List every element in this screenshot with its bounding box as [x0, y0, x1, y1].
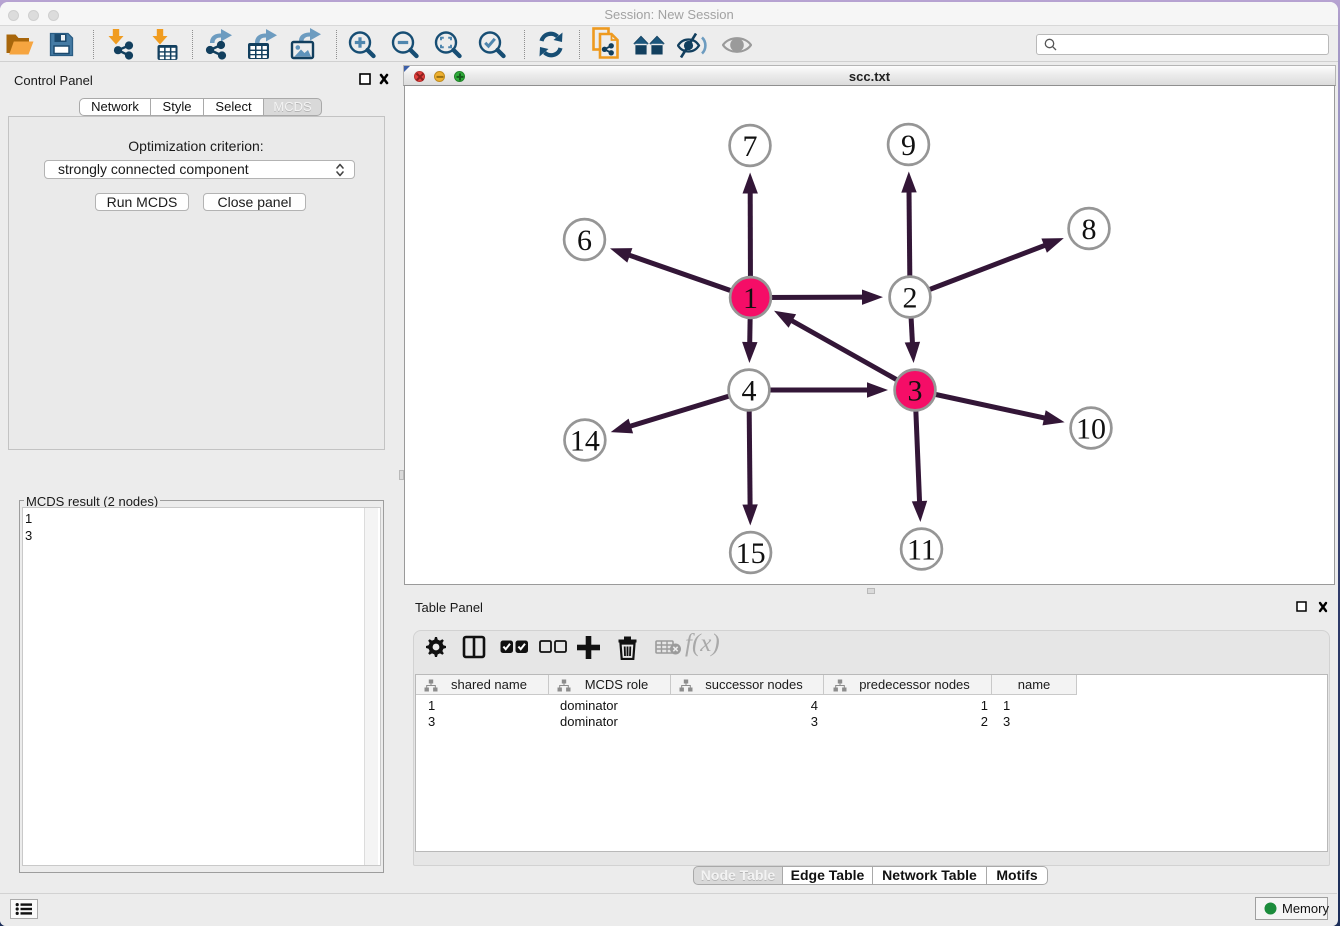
svg-text:1: 1	[743, 282, 758, 315]
svg-text:9: 9	[901, 129, 916, 162]
svg-text:14: 14	[570, 424, 600, 457]
svg-text:6: 6	[577, 224, 592, 257]
svg-text:3: 3	[908, 374, 923, 407]
svg-text:15: 15	[736, 537, 766, 570]
svg-text:4: 4	[742, 374, 757, 407]
svg-text:8: 8	[1082, 213, 1097, 246]
svg-text:2: 2	[903, 281, 918, 314]
svg-text:11: 11	[907, 533, 936, 566]
svg-text:7: 7	[743, 130, 758, 163]
svg-text:10: 10	[1076, 412, 1106, 445]
